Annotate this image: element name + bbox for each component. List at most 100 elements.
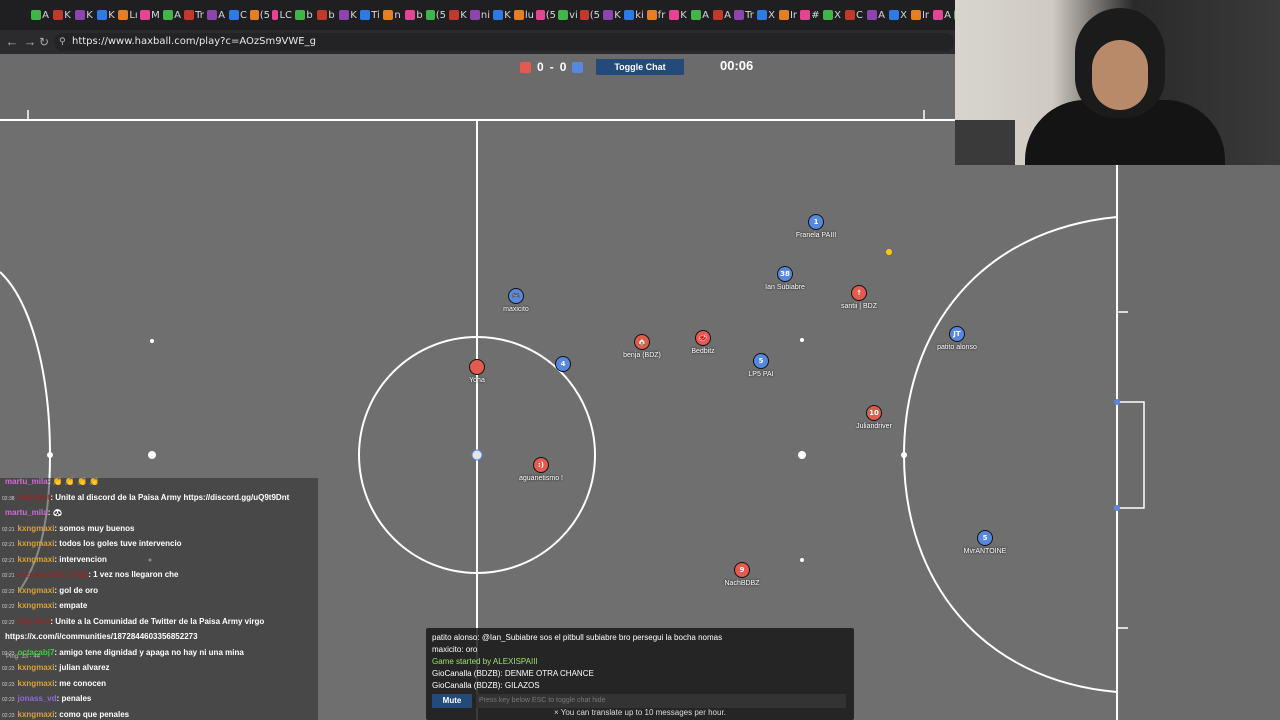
chat-text: : como que penales bbox=[54, 709, 130, 719]
chat-timestamp: 02:21 bbox=[2, 573, 15, 579]
stream-chat-message: 02:38 Nightbot: Unite al discord de la Pa… bbox=[2, 491, 289, 505]
score-separator: - bbox=[549, 60, 554, 74]
chat-text: : gol de oro bbox=[54, 585, 98, 595]
player-disc: 5 bbox=[753, 353, 769, 369]
chat-timestamp: 02:22 bbox=[2, 604, 15, 610]
chat-username[interactable]: kxngmaxi bbox=[18, 586, 55, 595]
player-disc: 🥩 bbox=[695, 330, 711, 346]
stream-chat-message: 02:22 Nightbot: Unite a la Comunidad de T… bbox=[2, 615, 264, 629]
ping-readout: Ping: 33 - 44 bbox=[6, 654, 41, 660]
player-name: patito alonso bbox=[937, 344, 977, 351]
stream-chat-message: martu_mila: 👏 👏 👏 👏 bbox=[2, 475, 99, 489]
chat-username[interactable]: kxngmaxi bbox=[18, 524, 55, 533]
chat-text: : todos los goles tuve intervencio bbox=[54, 539, 182, 548]
chat-timestamp: 02:22 bbox=[2, 619, 15, 626]
red-score: 0 bbox=[537, 60, 544, 74]
player-name: Franela PAIII bbox=[795, 232, 837, 239]
game-chat-panel: patito alonso: @Ian_Subiabre sos el pitb… bbox=[426, 628, 854, 720]
right-goal-net bbox=[1117, 401, 1145, 509]
player-name: Bedbitz bbox=[691, 348, 715, 355]
chat-username[interactable]: kxngmaxi bbox=[18, 710, 55, 719]
match-clock: 00:06 bbox=[720, 58, 754, 73]
screen: A K K K Lı M A Tr A C (5 LC b b K Ti n b (5 Kni Klu (5 vi (5 Kki… bbox=[0, 0, 1280, 720]
player-disc: 4 bbox=[555, 356, 571, 372]
ball bbox=[471, 449, 483, 461]
game-chat-line: maxicito: oro bbox=[432, 645, 478, 654]
player-name: NachBDBZ bbox=[724, 580, 760, 587]
chat-text: : julian alvarez bbox=[54, 663, 110, 672]
chat-timestamp: 02:38 bbox=[2, 495, 15, 502]
game-chat-line: Game started by ALEXISPAIII bbox=[432, 657, 538, 666]
player-name: MvrANTOINE bbox=[963, 548, 1007, 555]
player-name: maxicito bbox=[503, 306, 529, 313]
chat-username[interactable]: messigoat01_2022 bbox=[18, 570, 89, 579]
stream-chat-message: martu_mila: 🐼 bbox=[2, 506, 63, 520]
translate-note: × You can translate up to 10 messages pe… bbox=[554, 708, 726, 717]
chat-text: : empate bbox=[54, 601, 88, 610]
player-disc: 1 bbox=[808, 214, 824, 230]
powerup-dot bbox=[886, 249, 892, 255]
player-name: santii | BDZ bbox=[840, 303, 878, 310]
player-name: Yoha bbox=[469, 377, 485, 384]
player-name: aguanetismo ! bbox=[519, 475, 563, 482]
chat-text: : 1 vez nos llegaron che bbox=[88, 570, 179, 579]
webcam-person-face bbox=[1092, 40, 1148, 110]
stream-chat-message: 02:23 kxngmaxi: me conocen bbox=[2, 677, 106, 691]
chat-username[interactable]: kxngmaxi bbox=[18, 663, 55, 672]
stream-chat-message: 02:22 kxngmaxi: gol de oro bbox=[2, 584, 98, 598]
chat-username[interactable]: kxngmaxi bbox=[18, 601, 55, 610]
chat-text: : 👏 👏 👏 👏 bbox=[47, 477, 100, 486]
chat-timestamp: 02:23 bbox=[2, 697, 15, 703]
player-disc: 5 bbox=[977, 530, 993, 546]
stream-chat-message: 02:23 kxngmaxi: como que penales bbox=[2, 708, 129, 720]
chat-timestamp: 02:23 bbox=[2, 681, 15, 688]
player-name: benja (BDZ) bbox=[623, 352, 661, 359]
chat-username[interactable]: Nightbot bbox=[18, 617, 51, 626]
chat-timestamp: 02:21 bbox=[2, 542, 15, 548]
chat-username[interactable]: martu_mila bbox=[5, 508, 48, 517]
chat-timestamp: 02:21 bbox=[2, 526, 15, 533]
player-name: LP5 PAI bbox=[748, 371, 774, 378]
stream-chat-message: 02:22 kxngmaxi: empate bbox=[2, 599, 87, 613]
red-team-box bbox=[520, 61, 531, 73]
chat-timestamp: 02:22 bbox=[2, 588, 15, 595]
chat-username[interactable]: kxngmaxi bbox=[18, 555, 55, 564]
chat-username[interactable]: kxngmaxi bbox=[18, 539, 55, 548]
chat-text: : Unite a la Comunidad de Twitter de la … bbox=[50, 616, 265, 626]
stream-chat-overlay: martu_mila: 👏 👏 👏 👏 02:38 Nightbot: Unite … bbox=[0, 475, 318, 720]
stream-chat-message: 02:23 jonass_vd: penales bbox=[2, 692, 91, 706]
goal-post-bottom bbox=[1114, 505, 1120, 511]
chat-text: : Unite al discord de la Paisa Army http… bbox=[50, 492, 290, 502]
chat-text: https://x.com/i/communities/187284460335… bbox=[5, 632, 198, 641]
player-disc bbox=[469, 359, 485, 375]
mute-button[interactable]: Mute bbox=[432, 694, 472, 708]
game-chat-line: GioCanalla (BDZB): GILAZOS bbox=[432, 681, 540, 690]
chat-text: : amigo tene dignidad y apaga no hay ni … bbox=[54, 647, 244, 657]
chat-timestamp: 02:21 bbox=[2, 557, 15, 564]
player-disc: :) bbox=[533, 457, 549, 473]
chat-text: : somos muy buenos bbox=[54, 523, 135, 533]
stream-chat-message: 02:21 messigoat01_2022: 1 vez nos llegaro… bbox=[2, 568, 178, 582]
chat-username[interactable]: martu_mila bbox=[5, 477, 48, 486]
chat-text: : 🐼 bbox=[47, 508, 63, 517]
stream-chat-message: 02:21 kxngmaxi: todos los goles tuve inte… bbox=[2, 537, 182, 551]
goal-post-top bbox=[1114, 399, 1120, 405]
player-disc: 9 bbox=[734, 562, 750, 578]
player-disc: JT bbox=[949, 326, 965, 342]
chat-input[interactable]: Press key below ESC to toggle chat hide bbox=[476, 694, 846, 708]
chat-username[interactable]: Nightbot bbox=[18, 493, 51, 502]
chat-text: : penales bbox=[56, 694, 92, 703]
chat-username[interactable]: jonass_vd bbox=[18, 694, 57, 703]
toggle-chat-button[interactable]: Toggle Chat bbox=[596, 59, 684, 75]
blue-score: 0 bbox=[559, 60, 567, 74]
player-disc: 🎮 bbox=[508, 288, 524, 304]
game-chat-line: patito alonso: @Ian_Subiabre sos el pitb… bbox=[432, 633, 723, 642]
chat-timestamp: 02:23 bbox=[2, 666, 15, 672]
stream-chat-message: 02:21 kxngmaxi: intervencion bbox=[2, 553, 107, 567]
streamer-webcam bbox=[955, 0, 1280, 165]
game-chat-line: GioCanalla (BDZB): DENME OTRA CHANCE bbox=[432, 669, 594, 678]
blue-team-box bbox=[572, 61, 584, 73]
chat-text: : me conocen bbox=[54, 678, 106, 688]
stream-chat-message: https://x.com/i/communities/187284460335… bbox=[2, 630, 198, 644]
chat-username[interactable]: kxngmaxi bbox=[18, 679, 55, 688]
